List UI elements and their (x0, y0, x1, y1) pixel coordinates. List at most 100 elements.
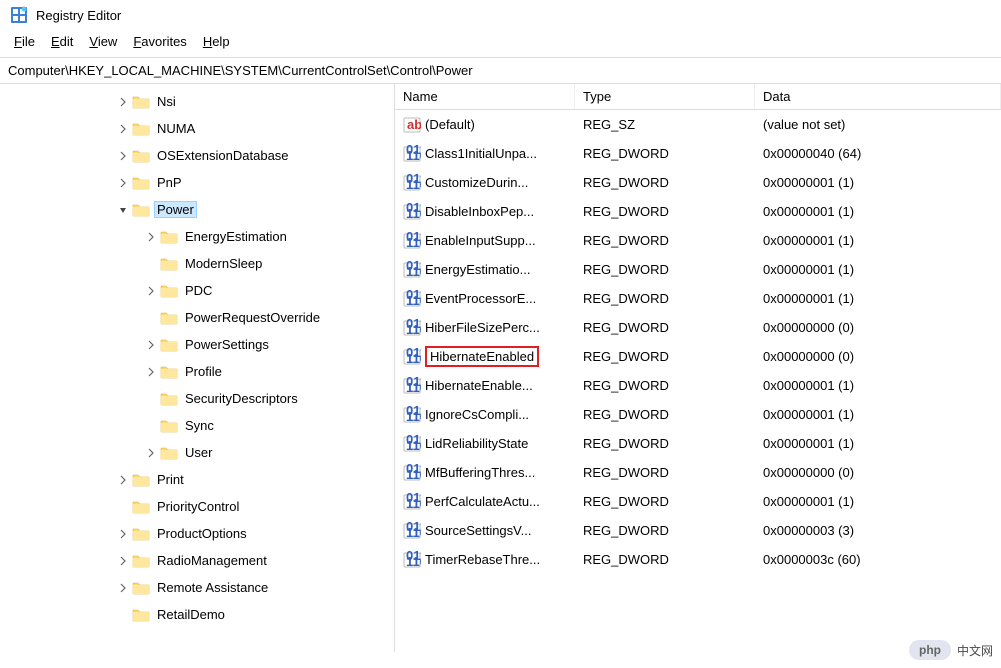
menu-item-file[interactable]: File (8, 32, 41, 51)
menubar: FileEditViewFavorites Help (0, 30, 1001, 57)
menu-item-favorites[interactable]: Favorites (127, 32, 192, 51)
folder-icon (160, 445, 178, 461)
list-row[interactable]: EventProcessorE...REG_DWORD0x00000001 (1… (395, 284, 1001, 313)
menu-item-view[interactable]: View (83, 32, 123, 51)
php-badge: php (909, 640, 951, 660)
list-row[interactable]: HibernateEnable...REG_DWORD0x00000001 (1… (395, 371, 1001, 400)
tree-item-power[interactable]: Power (0, 196, 394, 223)
value-type: REG_DWORD (575, 230, 755, 251)
value-name: SourceSettingsV... (425, 523, 531, 538)
tree-item-numa[interactable]: NUMA (0, 115, 394, 142)
tree-item-nsi[interactable]: Nsi (0, 88, 394, 115)
value-data: 0x00000001 (1) (755, 375, 1001, 396)
value-data: 0x00000001 (1) (755, 172, 1001, 193)
binary-value-icon (403, 290, 421, 308)
value-data: 0x00000001 (1) (755, 288, 1001, 309)
list-row[interactable]: (Default)REG_SZ(value not set) (395, 110, 1001, 139)
tree-item-sync[interactable]: Sync (0, 412, 394, 439)
folder-icon (132, 94, 150, 110)
chevron-right-icon[interactable] (116, 529, 130, 539)
chevron-right-icon[interactable] (144, 232, 158, 242)
value-type: REG_DWORD (575, 433, 755, 454)
value-name-cell: MfBufferingThres... (395, 461, 575, 485)
value-name-cell: Class1InitialUnpa... (395, 142, 575, 166)
tree-item-label: EnergyEstimation (182, 228, 290, 245)
list-panel[interactable]: Name Type Data (Default)REG_SZ(value not… (395, 84, 1001, 652)
tree-item-osextensiondatabase[interactable]: OSExtensionDatabase (0, 142, 394, 169)
chevron-right-icon[interactable] (116, 178, 130, 188)
menu-item-edit[interactable]: Edit (45, 32, 79, 51)
list-row[interactable]: CustomizeDurin...REG_DWORD0x00000001 (1) (395, 168, 1001, 197)
chevron-right-icon[interactable] (116, 151, 130, 161)
list-row[interactable]: EnergyEstimatio...REG_DWORD0x00000001 (1… (395, 255, 1001, 284)
list-row[interactable]: TimerRebaseThre...REG_DWORD0x0000003c (6… (395, 545, 1001, 574)
chevron-down-icon[interactable] (116, 205, 130, 215)
value-name: LidReliabilityState (425, 436, 528, 451)
list-row[interactable]: HiberFileSizePerc...REG_DWORD0x00000000 … (395, 313, 1001, 342)
folder-icon (132, 148, 150, 164)
list-row[interactable]: DisableInboxPep...REG_DWORD0x00000001 (1… (395, 197, 1001, 226)
chevron-right-icon[interactable] (116, 583, 130, 593)
tree-item-label: Nsi (154, 93, 179, 110)
tree-item-securitydescriptors[interactable]: SecurityDescriptors (0, 385, 394, 412)
tree-item-label: User (182, 444, 215, 461)
tree-item-powerrequestoverride[interactable]: PowerRequestOverride (0, 304, 394, 331)
list-row[interactable]: MfBufferingThres...REG_DWORD0x00000000 (… (395, 458, 1001, 487)
list-row[interactable]: SourceSettingsV...REG_DWORD0x00000003 (3… (395, 516, 1001, 545)
list-row[interactable]: PerfCalculateActu...REG_DWORD0x00000001 … (395, 487, 1001, 516)
chevron-right-icon[interactable] (116, 475, 130, 485)
column-header-type[interactable]: Type (575, 84, 755, 109)
tree-panel[interactable]: Nsi NUMAOSExtensionDatabasePnPPower Energy… (0, 84, 395, 652)
list-row[interactable]: EnableInputSupp...REG_DWORD0x00000001 (1… (395, 226, 1001, 255)
chevron-right-icon[interactable] (144, 367, 158, 377)
value-name-cell: (Default) (395, 113, 575, 137)
menu-item-help[interactable]: Help (197, 32, 236, 51)
tree-item-radiomanagement[interactable]: RadioManagement (0, 547, 394, 574)
value-name-cell: SourceSettingsV... (395, 519, 575, 543)
value-type: REG_DWORD (575, 317, 755, 338)
tree-item-label: Sync (182, 417, 217, 434)
tree-item-label: RadioManagement (154, 552, 270, 569)
tree-item-profile[interactable]: Profile (0, 358, 394, 385)
chevron-right-icon[interactable] (116, 97, 130, 107)
list-row[interactable]: IgnoreCsCompli...REG_DWORD0x00000001 (1) (395, 400, 1001, 429)
column-header-data[interactable]: Data (755, 84, 1001, 109)
value-name-cell: PerfCalculateActu... (395, 490, 575, 514)
tree-item-user[interactable]: User (0, 439, 394, 466)
tree-item-retaildemo[interactable]: RetailDemo (0, 601, 394, 628)
value-type: REG_DWORD (575, 172, 755, 193)
tree-item-productoptions[interactable]: ProductOptions (0, 520, 394, 547)
chevron-right-icon[interactable] (144, 448, 158, 458)
column-header-name[interactable]: Name (395, 84, 575, 109)
chevron-right-icon[interactable] (144, 286, 158, 296)
address-bar[interactable]: Computer\HKEY_LOCAL_MACHINE\SYSTEM\Curre… (0, 57, 1001, 84)
chevron-right-icon[interactable] (144, 340, 158, 350)
tree-item-prioritycontrol[interactable]: PriorityControl (0, 493, 394, 520)
tree-item-powersettings[interactable]: PowerSettings (0, 331, 394, 358)
tree-item-label: PowerRequestOverride (182, 309, 323, 326)
chevron-right-icon[interactable] (116, 556, 130, 566)
tree-item-label: PowerSettings (182, 336, 272, 353)
tree-item-label: PDC (182, 282, 215, 299)
tree-item-remote-assistance[interactable]: Remote Assistance (0, 574, 394, 601)
value-name: EnableInputSupp... (425, 233, 536, 248)
value-name: HibernateEnable... (425, 378, 533, 393)
list-row[interactable]: LidReliabilityStateREG_DWORD0x00000001 (… (395, 429, 1001, 458)
binary-value-icon (403, 348, 421, 366)
tree-item-modernsleep[interactable]: ModernSleep (0, 250, 394, 277)
list-row[interactable]: HibernateEnabledREG_DWORD0x00000000 (0) (395, 342, 1001, 371)
tree-item-energyestimation[interactable]: EnergyEstimation (0, 223, 394, 250)
folder-icon (160, 418, 178, 434)
value-name-cell: EnableInputSupp... (395, 229, 575, 253)
chevron-right-icon[interactable] (116, 124, 130, 134)
list-row[interactable]: Class1InitialUnpa...REG_DWORD0x00000040 … (395, 139, 1001, 168)
value-type: REG_DWORD (575, 404, 755, 425)
value-type: REG_DWORD (575, 491, 755, 512)
value-type: REG_DWORD (575, 520, 755, 541)
tree-item-pnp[interactable]: PnP (0, 169, 394, 196)
binary-value-icon (403, 232, 421, 250)
tree-item-pdc[interactable]: PDC (0, 277, 394, 304)
folder-icon (160, 229, 178, 245)
folder-icon (160, 256, 178, 272)
tree-item-print[interactable]: Print (0, 466, 394, 493)
